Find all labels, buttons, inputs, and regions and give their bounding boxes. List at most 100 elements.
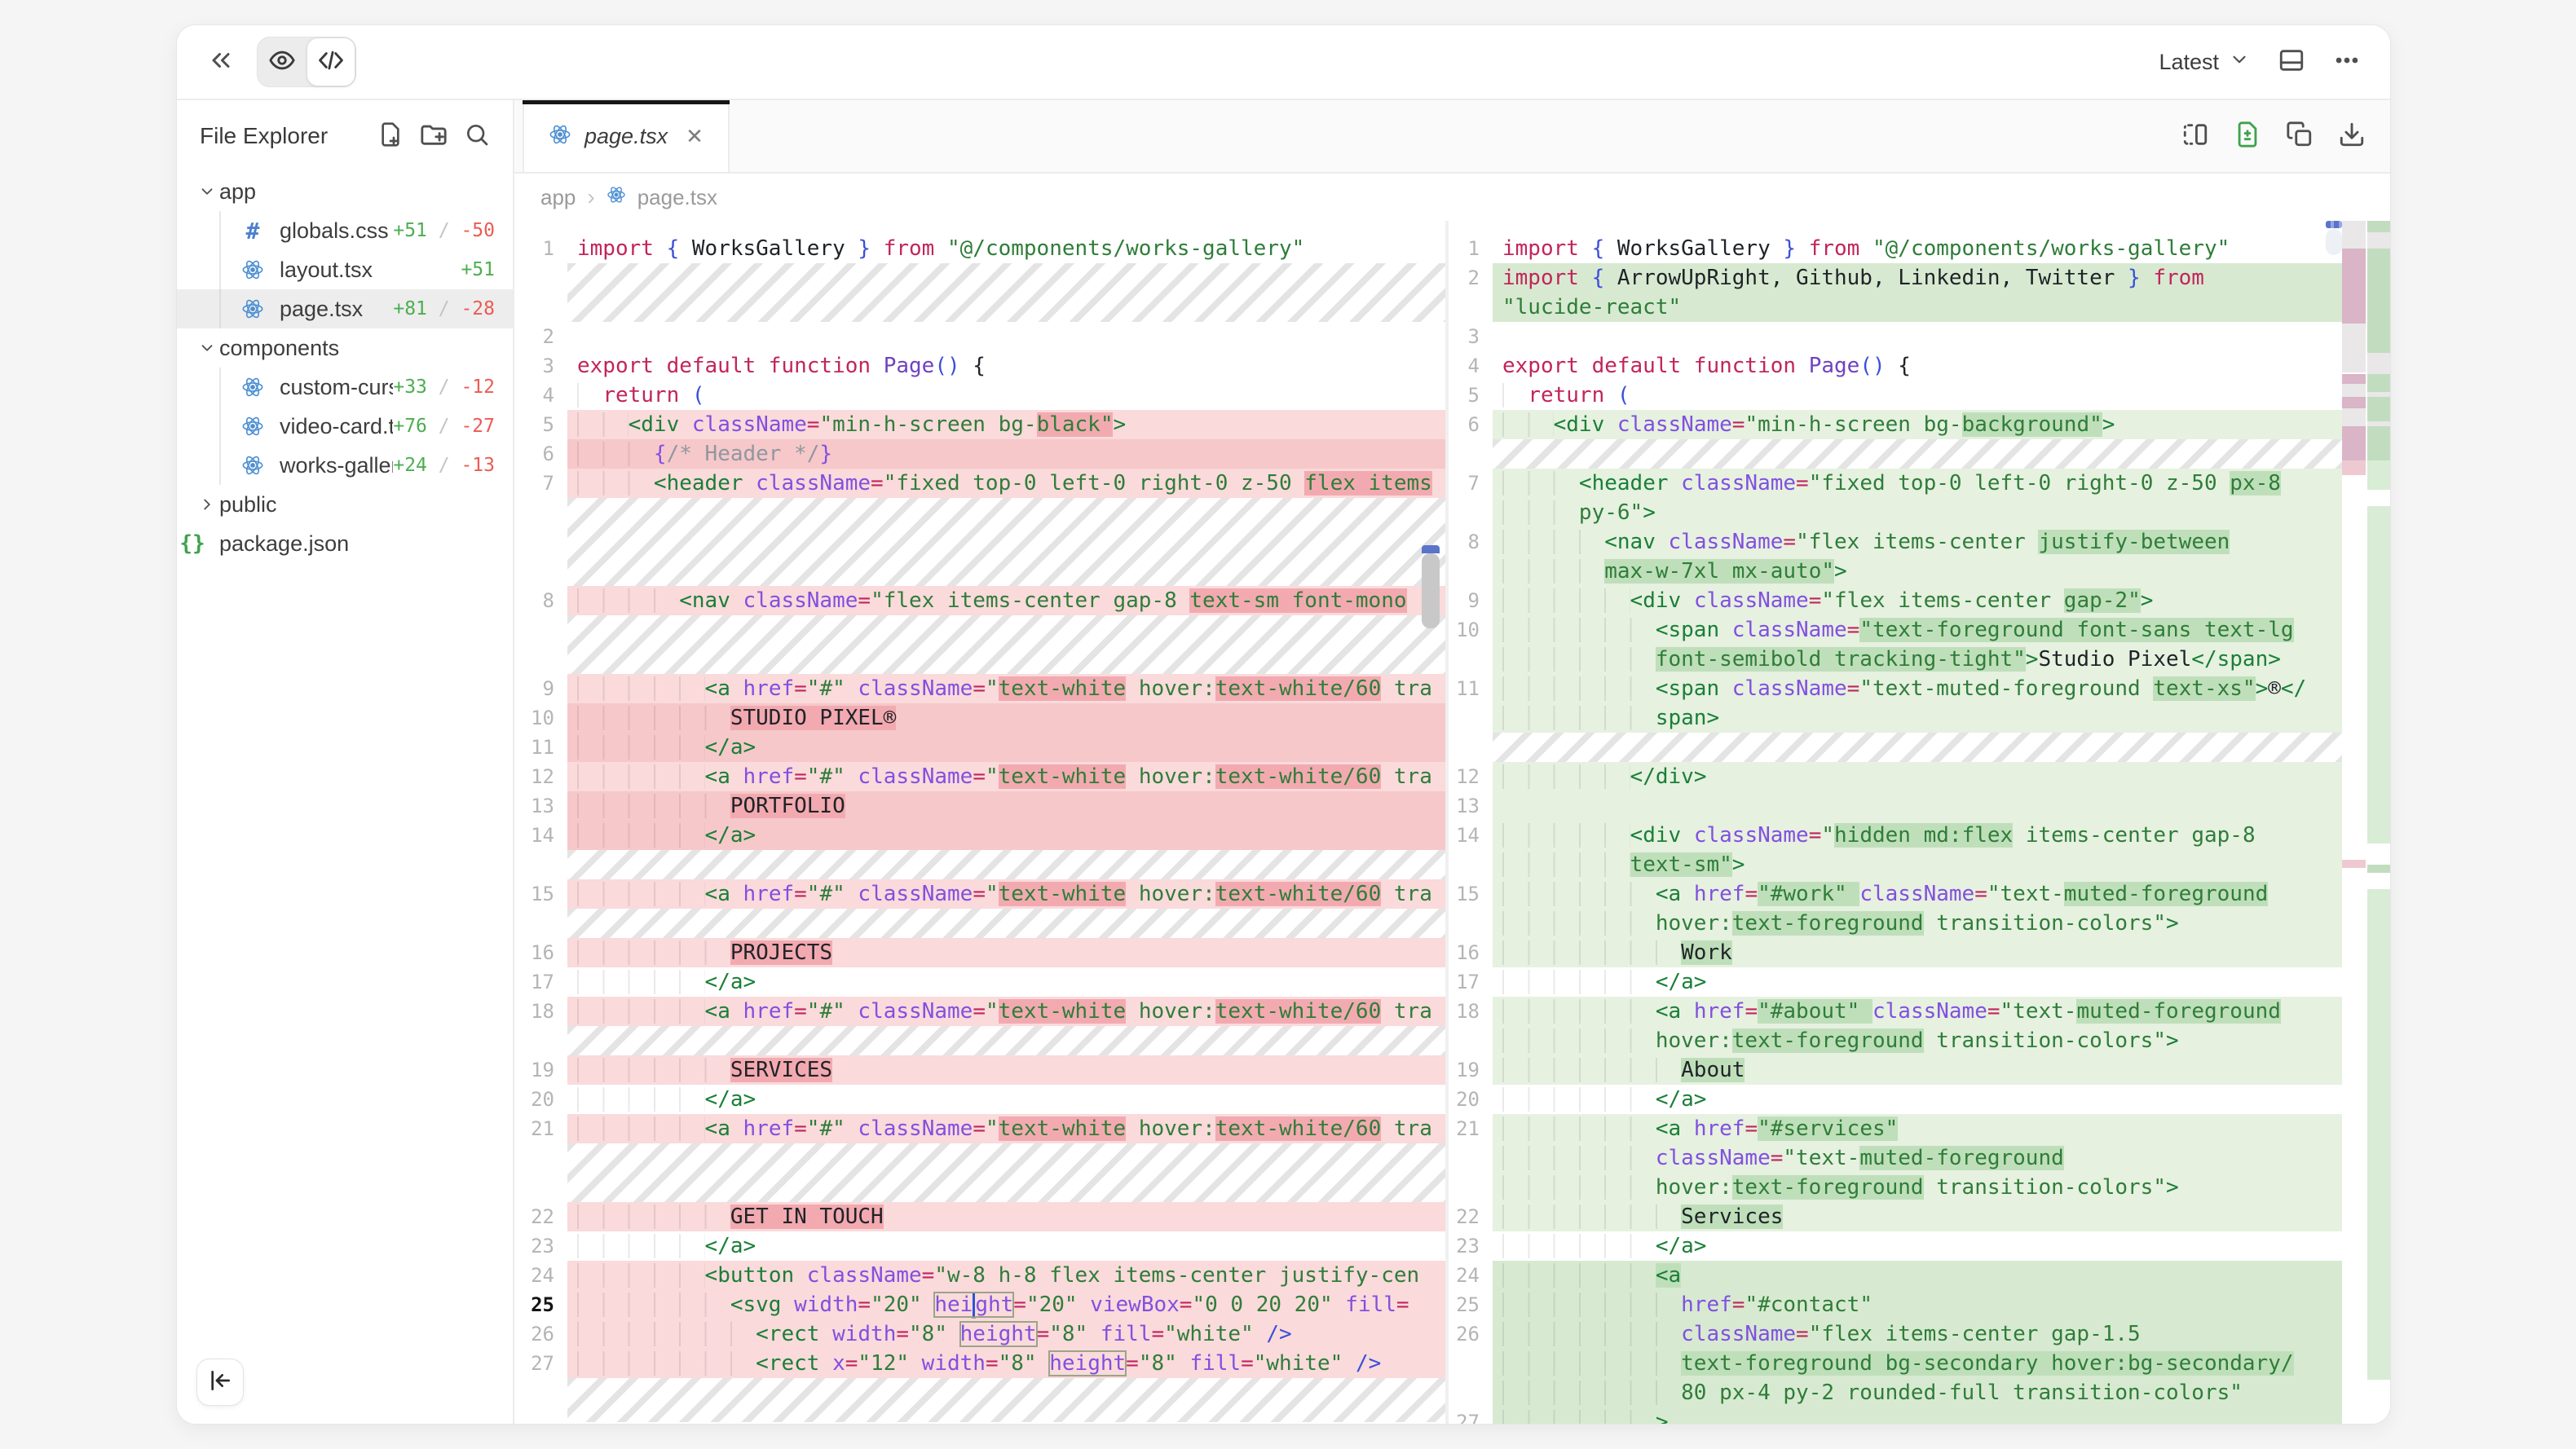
- code-line[interactable]: 6 <div className="min-h-screen bg-backgr…: [1449, 410, 2342, 439]
- code-line[interactable]: 8 <nav className="flex items-center gap-…: [514, 586, 1445, 615]
- new-folder-button[interactable]: [420, 121, 448, 152]
- code-line[interactable]: "lucide-react": [1449, 293, 2342, 322]
- code-line[interactable]: 20 </a>: [514, 1085, 1445, 1114]
- code-line[interactable]: 9 <a href="#" className="text-white hove…: [514, 674, 1445, 703]
- sidebar-item-works-galler-[interactable]: works-galler…+24 / -13: [177, 446, 513, 485]
- code-line[interactable]: 13: [1449, 791, 2342, 821]
- code-line[interactable]: 12 <a href="#" className="text-white hov…: [514, 762, 1445, 791]
- code-line[interactable]: 11 <span className="text-muted-foregroun…: [1449, 674, 2342, 703]
- new-file-button[interactable]: [377, 121, 404, 152]
- right-pane-scrollbar[interactable]: [2326, 229, 2342, 255]
- left-pane-scrollbar[interactable]: [1422, 553, 1440, 628]
- collapse-panel-icon[interactable]: [206, 46, 236, 79]
- diff-pane-old[interactable]: 1import { WorksGallery } from "@/compone…: [514, 221, 1445, 1425]
- code-line[interactable]: 23 </a>: [1449, 1231, 2342, 1261]
- breadcrumb-file[interactable]: page.tsx: [637, 185, 717, 210]
- sidebar-item-video-card-tsx[interactable]: video-card.tsx+76 / -27: [177, 407, 513, 446]
- version-selector[interactable]: Latest: [2159, 49, 2250, 76]
- code-line[interactable]: 9 <div className="flex items-center gap-…: [1449, 586, 2342, 615]
- code-line[interactable]: 25 <svg width="20" height="20" viewBox="…: [514, 1290, 1445, 1319]
- code-line[interactable]: 6 {/* Header */}: [514, 439, 1445, 469]
- code-line[interactable]: 21 <a href="#services": [1449, 1114, 2342, 1143]
- code-line[interactable]: hover:text-foreground transition-colors"…: [1449, 1026, 2342, 1055]
- code-line[interactable]: 3: [1449, 322, 2342, 351]
- code-line[interactable]: text-sm">: [1449, 850, 2342, 879]
- sidebar-item-components[interactable]: components: [177, 328, 513, 368]
- more-options-button[interactable]: [2333, 46, 2361, 78]
- preview-toggle-button[interactable]: [258, 37, 307, 86]
- code-line[interactable]: 1import { WorksGallery } from "@/compone…: [1449, 234, 2342, 263]
- code-line[interactable]: 24 <button className="w-8 h-8 flex items…: [514, 1261, 1445, 1290]
- code-line[interactable]: 26 className="flex items-center gap-1.5: [1449, 1319, 2342, 1349]
- code-line[interactable]: max-w-7xl mx-auto">: [1449, 557, 2342, 586]
- code-toggle-button[interactable]: [307, 37, 355, 86]
- code-line[interactable]: 11 </a>: [514, 733, 1445, 762]
- code-line[interactable]: 17 </a>: [1449, 967, 2342, 997]
- code-line[interactable]: 24 <a: [1449, 1261, 2342, 1290]
- code-line[interactable]: 2import { ArrowUpRight, Github, Linkedin…: [1449, 263, 2342, 293]
- code-line[interactable]: 10 <span className="text-foreground font…: [1449, 615, 2342, 645]
- toggle-console-button[interactable]: [2278, 46, 2305, 78]
- code-line[interactable]: 10 STUDIO PIXEL®: [514, 703, 1445, 733]
- code-line[interactable]: 20 </a>: [1449, 1085, 2342, 1114]
- code-line[interactable]: 22 GET IN TOUCH: [514, 1202, 1445, 1231]
- sidebar-item-app[interactable]: app: [177, 172, 513, 211]
- tab-page-tsx[interactable]: page.tsx ✕: [523, 100, 730, 172]
- code-line[interactable]: 15 <a href="#" className="text-white hov…: [514, 879, 1445, 909]
- code-line[interactable]: 80 px-4 py-2 rounded-full transition-col…: [1449, 1378, 2342, 1407]
- download-button[interactable]: [2338, 121, 2366, 152]
- code-line[interactable]: 3export default function Page() {: [514, 351, 1445, 381]
- code-line[interactable]: 4 return (: [514, 381, 1445, 410]
- code-line[interactable]: 15 <a href="#work" className="text-muted…: [1449, 879, 2342, 909]
- diff-editor[interactable]: 1import { WorksGallery } from "@/compone…: [514, 221, 2390, 1425]
- code-line[interactable]: 26 <rect width="8" height="8" fill="whit…: [514, 1319, 1445, 1349]
- code-line[interactable]: span>: [1449, 703, 2342, 733]
- code-line[interactable]: className="text-muted-foreground: [1449, 1143, 2342, 1173]
- sidebar-item-globals-css[interactable]: #globals.css+51 / -50: [177, 211, 513, 250]
- code-line[interactable]: 25 href="#contact": [1449, 1290, 2342, 1319]
- sidebar-item-layout-tsx[interactable]: layout.tsx+51: [177, 250, 513, 289]
- code-line[interactable]: 27 >: [1449, 1407, 2342, 1425]
- code-line[interactable]: font-semibold tracking-tight">Studio Pix…: [1449, 645, 2342, 674]
- minimap[interactable]: [2342, 221, 2390, 1425]
- code-line[interactable]: 12 </div>: [1449, 762, 2342, 791]
- code-line[interactable]: 4export default function Page() {: [1449, 351, 2342, 381]
- code-line[interactable]: 19 SERVICES: [514, 1055, 1445, 1085]
- sidebar-item-package-json[interactable]: {}package.json: [177, 524, 513, 563]
- code-line[interactable]: 5 <div className="min-h-screen bg-black"…: [514, 410, 1445, 439]
- sidebar-item-custom-curs-[interactable]: custom-curs…+33 / -12: [177, 368, 513, 407]
- code-line[interactable]: 8 <nav className="flex items-center just…: [1449, 527, 2342, 557]
- code-line[interactable]: 17 </a>: [514, 967, 1445, 997]
- code-line[interactable]: 14 </a>: [514, 821, 1445, 850]
- code-line[interactable]: 18 <a href="#" className="text-white hov…: [514, 997, 1445, 1026]
- code-line[interactable]: 13 PORTFOLIO: [514, 791, 1445, 821]
- breadcrumb-folder[interactable]: app: [540, 185, 576, 210]
- code-line[interactable]: 18 <a href="#about" className="text-mute…: [1449, 997, 2342, 1026]
- code-line[interactable]: 19 About: [1449, 1055, 2342, 1085]
- code-line[interactable]: 21 <a href="#" className="text-white hov…: [514, 1114, 1445, 1143]
- copy-code-button[interactable]: [2286, 121, 2314, 152]
- code-line[interactable]: text-foreground bg-secondary hover:bg-se…: [1449, 1349, 2342, 1378]
- code-line[interactable]: 23 </a>: [514, 1231, 1445, 1261]
- code-line[interactable]: 7 <header className="fixed top-0 left-0 …: [1449, 469, 2342, 498]
- code-line[interactable]: 1import { WorksGallery } from "@/compone…: [514, 234, 1445, 263]
- code-line[interactable]: 7 <header className="fixed top-0 left-0 …: [514, 469, 1445, 498]
- search-files-button[interactable]: [464, 121, 490, 152]
- code-line[interactable]: 2: [514, 322, 1445, 351]
- code-line[interactable]: 5 return (: [1449, 381, 2342, 410]
- code-line[interactable]: 27 <rect x="12" width="8" height="8" fil…: [514, 1349, 1445, 1378]
- close-tab-icon[interactable]: ✕: [686, 124, 704, 149]
- code-line[interactable]: 22 Services: [1449, 1202, 2342, 1231]
- split-view-button[interactable]: [2181, 121, 2209, 152]
- sidebar-item-public[interactable]: public: [177, 485, 513, 524]
- code-line[interactable]: 16 PROJECTS: [514, 938, 1445, 967]
- code-line[interactable]: hover:text-foreground transition-colors"…: [1449, 909, 2342, 938]
- code-line[interactable]: py-6">: [1449, 498, 2342, 527]
- code-line[interactable]: hover:text-foreground transition-colors"…: [1449, 1173, 2342, 1202]
- sidebar-item-page-tsx[interactable]: page.tsx+81 / -28: [177, 289, 513, 328]
- collapse-sidebar-button[interactable]: [196, 1359, 244, 1406]
- diff-pane-new[interactable]: 1import { WorksGallery } from "@/compone…: [1449, 221, 2342, 1425]
- diff-view-button[interactable]: [2234, 121, 2261, 152]
- code-line[interactable]: 14 <div className="hidden md:flex items-…: [1449, 821, 2342, 850]
- code-line[interactable]: 16 Work: [1449, 938, 2342, 967]
